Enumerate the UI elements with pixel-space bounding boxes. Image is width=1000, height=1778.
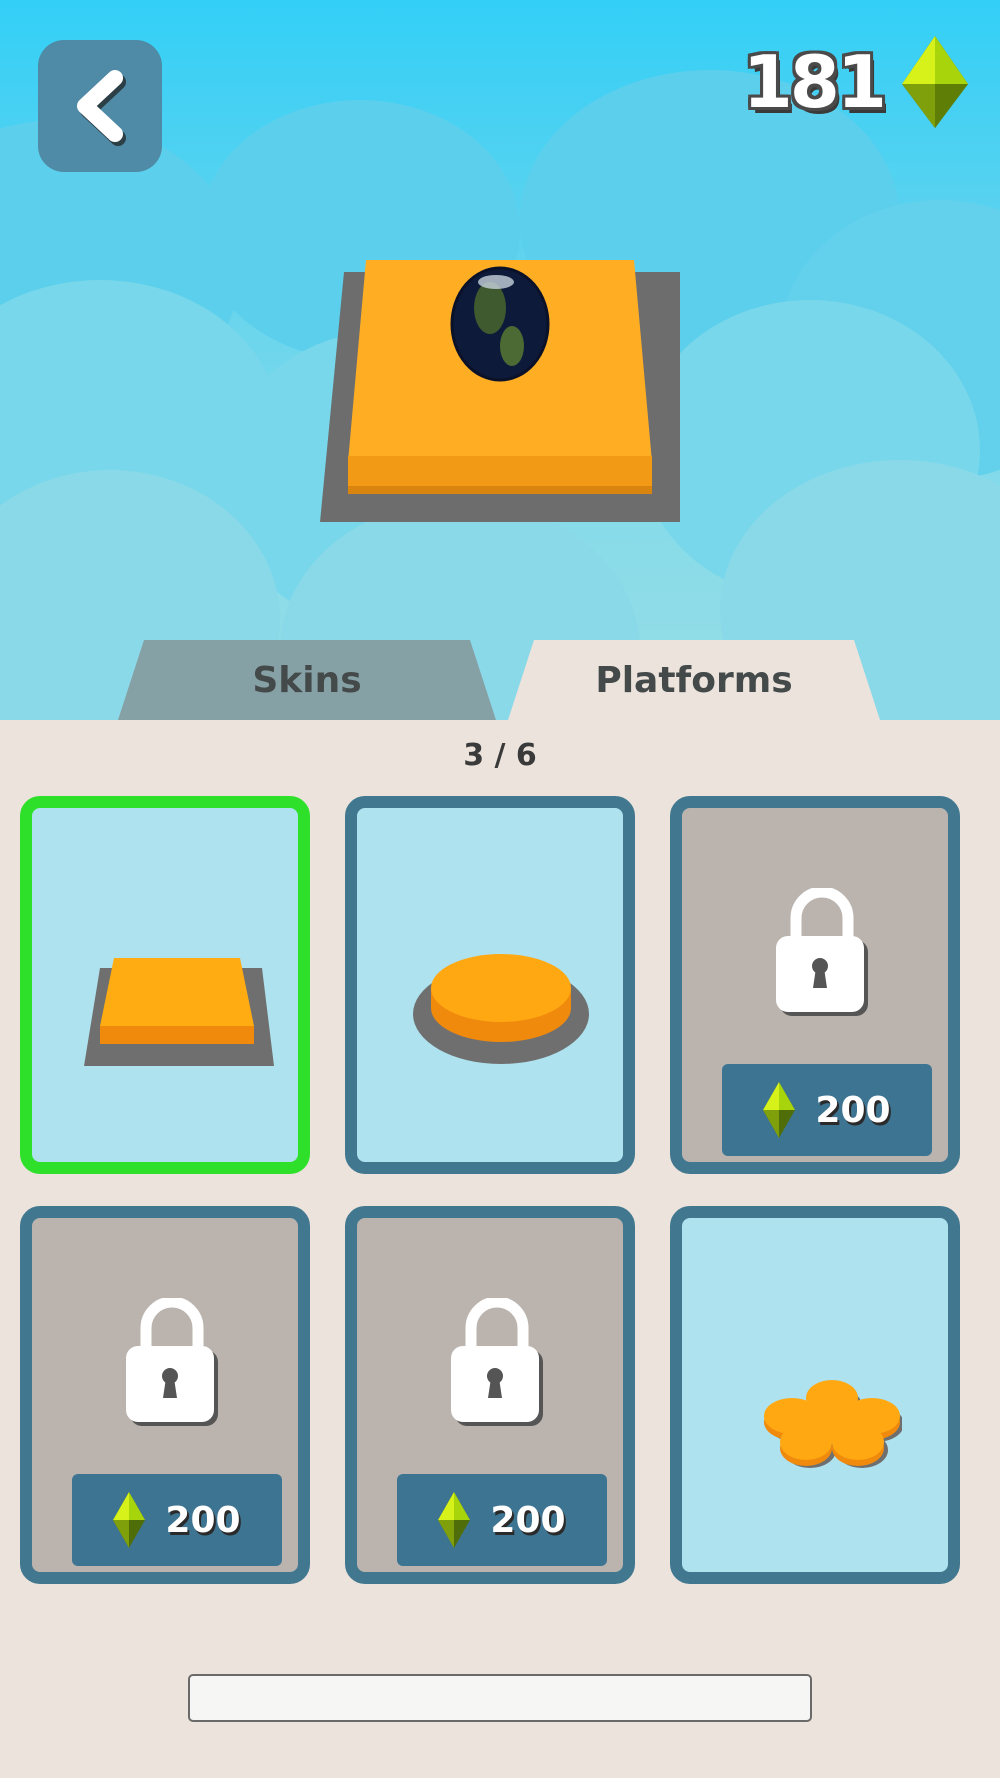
price-label: 200 (815, 1089, 891, 1131)
item-card-locked[interactable]: 200 (670, 796, 960, 1174)
tab-platforms[interactable]: Platforms (508, 640, 880, 720)
item-card-locked[interactable]: 200 (20, 1206, 310, 1584)
lock-icon (126, 1298, 218, 1426)
bottom-banner-placeholder (188, 1674, 812, 1722)
item-card-square-platform[interactable] (20, 796, 310, 1174)
tab-skins[interactable]: Skins (118, 640, 496, 720)
item-card-round-platform[interactable] (345, 796, 635, 1174)
tab-skins-label: Skins (252, 659, 362, 701)
gem-icon (438, 1492, 471, 1548)
price-label: 200 (165, 1499, 241, 1541)
round-platform-icon (413, 954, 589, 1064)
back-button[interactable] (38, 40, 162, 172)
flower-platform-icon (764, 1380, 902, 1468)
price-label: 200 (490, 1499, 566, 1541)
gem-icon (113, 1492, 146, 1548)
buy-button[interactable]: 200 (72, 1474, 282, 1566)
lock-icon (451, 1298, 543, 1426)
gem-icon (763, 1082, 796, 1138)
lock-icon (776, 888, 868, 1016)
chevron-left-icon (77, 70, 126, 146)
square-platform-icon (84, 958, 274, 1066)
earth-ball (450, 266, 550, 382)
gem-counter: 181 (743, 34, 970, 130)
item-card-flower-platform[interactable] (670, 1206, 960, 1584)
buy-button[interactable]: 200 (397, 1474, 607, 1566)
gem-count: 181 (742, 40, 887, 124)
platform-preview (300, 260, 700, 540)
gem-icon (902, 36, 968, 128)
buy-button[interactable]: 200 (722, 1064, 932, 1156)
tab-platforms-label: Platforms (595, 659, 793, 701)
item-card-locked[interactable]: 200 (345, 1206, 635, 1584)
page-indicator: 3 / 6 (463, 738, 537, 773)
